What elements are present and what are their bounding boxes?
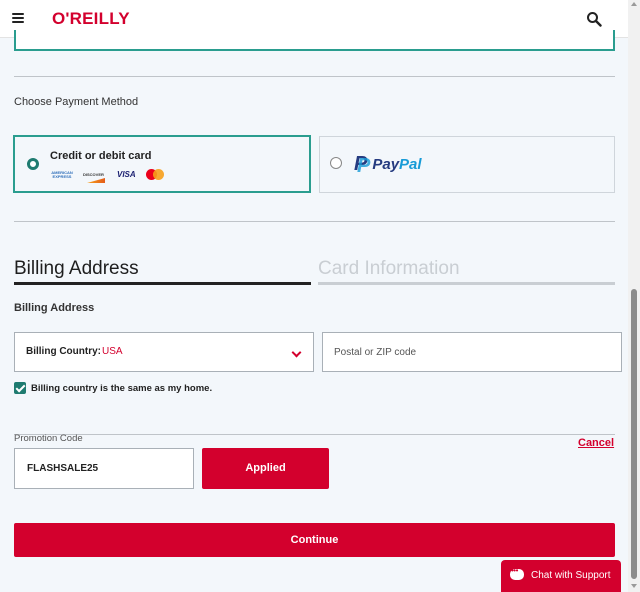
paypal-radio-button[interactable] xyxy=(330,157,342,169)
scroll-up-arrow-icon[interactable] xyxy=(631,2,637,6)
same-as-home-checkbox[interactable] xyxy=(14,382,26,394)
divider xyxy=(14,434,615,435)
promotion-code-field[interactable]: FLASHSALE25 xyxy=(14,448,194,489)
billing-country-label: Billing Country: xyxy=(26,346,101,357)
mastercard-logo xyxy=(145,169,164,180)
billing-country-select[interactable]: Billing Country: USA xyxy=(14,332,314,372)
paypal-wordmark-pal: Pal xyxy=(399,156,422,173)
payment-option-card[interactable]: Credit or debit card AMERICAN EXPRESS DI… xyxy=(13,135,311,193)
billing-country-value: USA xyxy=(102,346,123,357)
paypal-wordmark: PayPal xyxy=(372,156,421,173)
inactive-tab-underline xyxy=(318,282,615,285)
divider xyxy=(14,221,615,222)
tab-billing-address[interactable]: Billing Address xyxy=(14,258,139,280)
applied-button[interactable]: Applied xyxy=(202,448,329,489)
scroll-down-arrow-icon[interactable] xyxy=(631,584,637,588)
hamburger-menu-icon[interactable] xyxy=(12,13,24,23)
previous-section-box xyxy=(14,30,615,51)
chat-with-support-label: Chat with Support xyxy=(531,570,611,581)
scrollbar-thumb[interactable] xyxy=(631,289,637,579)
billing-address-heading: Billing Address xyxy=(14,302,95,314)
paypal-wordmark-pay: Pay xyxy=(372,156,400,173)
postal-code-input[interactable] xyxy=(323,333,621,371)
paypal-p-icon: P xyxy=(354,153,371,178)
chevron-down-icon xyxy=(291,347,302,358)
page-scrollbar[interactable] xyxy=(628,0,640,592)
card-brand-logos: AMERICAN EXPRESS DISCOVER VISA xyxy=(51,169,164,180)
oreilly-logo[interactable]: O'REILLY xyxy=(52,9,130,29)
tab-card-information[interactable]: Card Information xyxy=(318,258,460,280)
discover-logo: DISCOVER xyxy=(83,172,107,177)
visa-logo: VISA xyxy=(117,170,136,179)
payment-method-heading: Choose Payment Method xyxy=(14,96,139,108)
payment-option-paypal[interactable]: P PayPal xyxy=(319,136,615,193)
amex-logo: AMERICAN EXPRESS xyxy=(51,169,73,179)
continue-button[interactable]: Continue xyxy=(14,523,615,557)
search-icon[interactable] xyxy=(586,11,602,27)
paypal-logo: P PayPal xyxy=(354,153,422,178)
chat-bubble-icon xyxy=(510,566,524,580)
divider xyxy=(14,76,615,77)
same-as-home-label: Billing country is the same as my home. xyxy=(31,383,213,394)
promotion-code-label: Promotion Code xyxy=(14,433,83,444)
card-radio-button[interactable] xyxy=(27,158,39,170)
card-option-label: Credit or debit card xyxy=(50,150,152,162)
chat-with-support-button[interactable]: Chat with Support xyxy=(501,560,621,592)
active-tab-underline xyxy=(14,282,311,285)
cancel-promo-link[interactable]: Cancel xyxy=(578,437,614,449)
postal-code-field[interactable] xyxy=(322,332,622,372)
promotion-code-value: FLASHSALE25 xyxy=(27,463,99,474)
